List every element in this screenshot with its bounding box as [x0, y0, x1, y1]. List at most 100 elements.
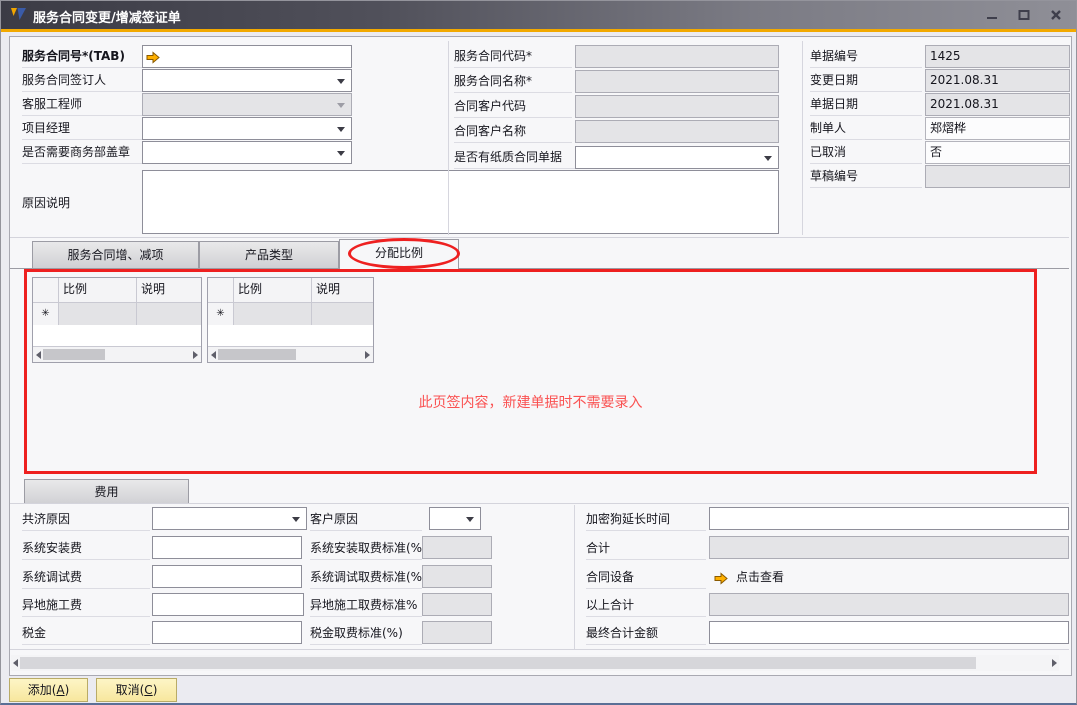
link-arrow-icon[interactable]	[146, 50, 160, 67]
change-date-field: 2021.08.31	[925, 69, 1070, 92]
field-label-final-total: 最终合计金额	[586, 622, 706, 645]
form-panel: 服务合同号*(TAB) 服务合同签订人 客服工程师 项目经理 是否需要商务部盖章…	[9, 36, 1072, 676]
close-icon	[1051, 10, 1061, 20]
chevron-down-icon	[337, 79, 345, 84]
scroll-left-icon[interactable]	[36, 350, 41, 359]
field-label-change-date: 变更日期	[810, 69, 922, 92]
field-label-tax: 税金	[22, 622, 150, 645]
add-button[interactable]: 添加(A)	[9, 678, 88, 702]
tax-input[interactable]	[152, 621, 302, 644]
offsite-fee-input[interactable]	[152, 593, 304, 616]
tab-fees[interactable]: 费用	[24, 479, 189, 504]
dialog-window: 服务合同变更/增减签证单 服务合同号*(TAB) 服务合同签订人 客服工程师 项…	[0, 0, 1077, 705]
above-total-field	[709, 593, 1069, 616]
final-total-input[interactable]	[709, 621, 1069, 644]
reason-textarea[interactable]	[142, 170, 779, 234]
column-divider	[802, 41, 803, 235]
allocation-table-2: 比例 说明 ✳	[207, 277, 374, 363]
debug-fee-input[interactable]	[152, 565, 302, 588]
close-button[interactable]	[1043, 5, 1069, 25]
field-label-offsite-fee-standard: 异地施工取费标准%	[310, 594, 422, 617]
field-label-reason: 原因说明	[22, 196, 71, 210]
install-fee-standard-field	[422, 536, 492, 559]
ratio-cell[interactable]	[59, 303, 137, 325]
fees-baseline	[10, 503, 1069, 504]
maximize-icon	[1018, 10, 1030, 20]
cancel-button[interactable]: 取消(C)	[96, 678, 177, 702]
doc-date-field: 2021.08.31	[925, 93, 1070, 116]
minimize-button[interactable]	[979, 5, 1005, 25]
field-label-customer-code: 合同客户代码	[454, 95, 572, 118]
chevron-down-icon	[337, 151, 345, 156]
tab-contract-add-remove-items[interactable]: 服务合同增、减项	[32, 241, 199, 268]
field-label-install-fee-standard: 系统安装取费标准(%)	[310, 537, 422, 560]
scroll-right-icon[interactable]	[1052, 659, 1057, 667]
field-label-service-engineer: 客服工程师	[22, 93, 142, 116]
column-header-ratio: 比例	[59, 278, 137, 302]
contract-signer-combo[interactable]	[142, 69, 352, 92]
customer-name-field	[575, 120, 779, 143]
creator-field: 郑熠桦	[925, 117, 1070, 140]
dongle-extension-input[interactable]	[709, 507, 1069, 530]
field-label-customer-reason: 客户原因	[310, 508, 422, 531]
scroll-left-icon[interactable]	[13, 659, 18, 667]
field-label-total: 合计	[586, 537, 706, 560]
project-manager-combo[interactable]	[142, 117, 352, 140]
field-label-project-manager: 项目经理	[22, 117, 142, 140]
field-label-cancelled: 已取消	[810, 141, 922, 164]
field-label-doc-no: 单据编号	[810, 45, 922, 68]
debug-fee-standard-field	[422, 565, 492, 588]
field-label-creator: 制单人	[810, 117, 922, 140]
field-label-doc-date: 单据日期	[810, 93, 922, 116]
draft-no-field	[925, 165, 1070, 188]
scrollbar-thumb[interactable]	[43, 349, 105, 360]
field-label-contract-name: 服务合同名称*	[454, 70, 572, 93]
tax-standard-field	[422, 621, 492, 644]
install-fee-input[interactable]	[152, 536, 302, 559]
horizontal-scrollbar[interactable]	[11, 655, 1059, 671]
need-business-seal-combo[interactable]	[142, 141, 352, 164]
field-label-contract-equipment: 合同设备	[586, 566, 706, 589]
ratio-cell[interactable]	[234, 303, 312, 325]
minimize-icon	[987, 17, 997, 19]
service-contract-no-input[interactable]	[142, 45, 352, 68]
chevron-down-icon	[466, 517, 474, 522]
description-cell[interactable]	[137, 303, 201, 325]
customer-reason-combo[interactable]	[429, 507, 481, 530]
app-logo-icon	[10, 6, 28, 26]
link-arrow-icon[interactable]	[714, 570, 728, 589]
click-to-view-link[interactable]: 点击查看	[736, 566, 784, 588]
scroll-right-icon[interactable]	[365, 350, 370, 359]
window-title: 服务合同变更/增减签证单	[33, 11, 181, 26]
field-label-mutual-reason: 共济原因	[22, 508, 150, 531]
scroll-left-icon[interactable]	[211, 350, 216, 359]
column-header-description: 说明	[141, 282, 166, 296]
chevron-down-icon	[337, 127, 345, 132]
scrollbar-thumb[interactable]	[218, 349, 296, 360]
allocation-table-1: 比例 说明 ✳	[32, 277, 202, 363]
scroll-right-icon[interactable]	[193, 350, 198, 359]
annotation-note: 此页签内容，新建单据时不需要录入	[418, 395, 643, 411]
table-scrollbar[interactable]	[33, 346, 201, 362]
description-cell[interactable]	[312, 303, 373, 325]
field-label-service-contract-no: 服务合同号*(TAB)	[22, 45, 142, 68]
chevron-down-icon	[764, 156, 772, 161]
customer-code-field	[575, 95, 779, 118]
mutual-reason-combo[interactable]	[152, 507, 307, 530]
scrollbar-thumb[interactable]	[20, 657, 976, 669]
tab-allocation-ratio[interactable]: 分配比例	[339, 239, 459, 269]
contract-name-field	[575, 70, 779, 93]
total-field	[709, 536, 1069, 559]
chevron-down-icon	[292, 517, 300, 522]
table-header-row: 比例 说明	[208, 278, 373, 303]
table-row: ✳	[33, 303, 201, 325]
maximize-button[interactable]	[1011, 5, 1037, 25]
contract-code-field	[575, 45, 779, 68]
paper-contract-combo[interactable]	[575, 146, 779, 169]
field-label-contract-signer: 服务合同签订人	[22, 69, 142, 92]
table-scrollbar[interactable]	[208, 346, 373, 362]
tab-product-type[interactable]: 产品类型	[199, 241, 339, 268]
field-label-customer-name: 合同客户名称	[454, 120, 572, 143]
field-label-need-business-seal: 是否需要商务部盖章	[22, 141, 142, 164]
field-label-debug-fee-standard: 系统调试取费标准(%)	[310, 566, 422, 589]
